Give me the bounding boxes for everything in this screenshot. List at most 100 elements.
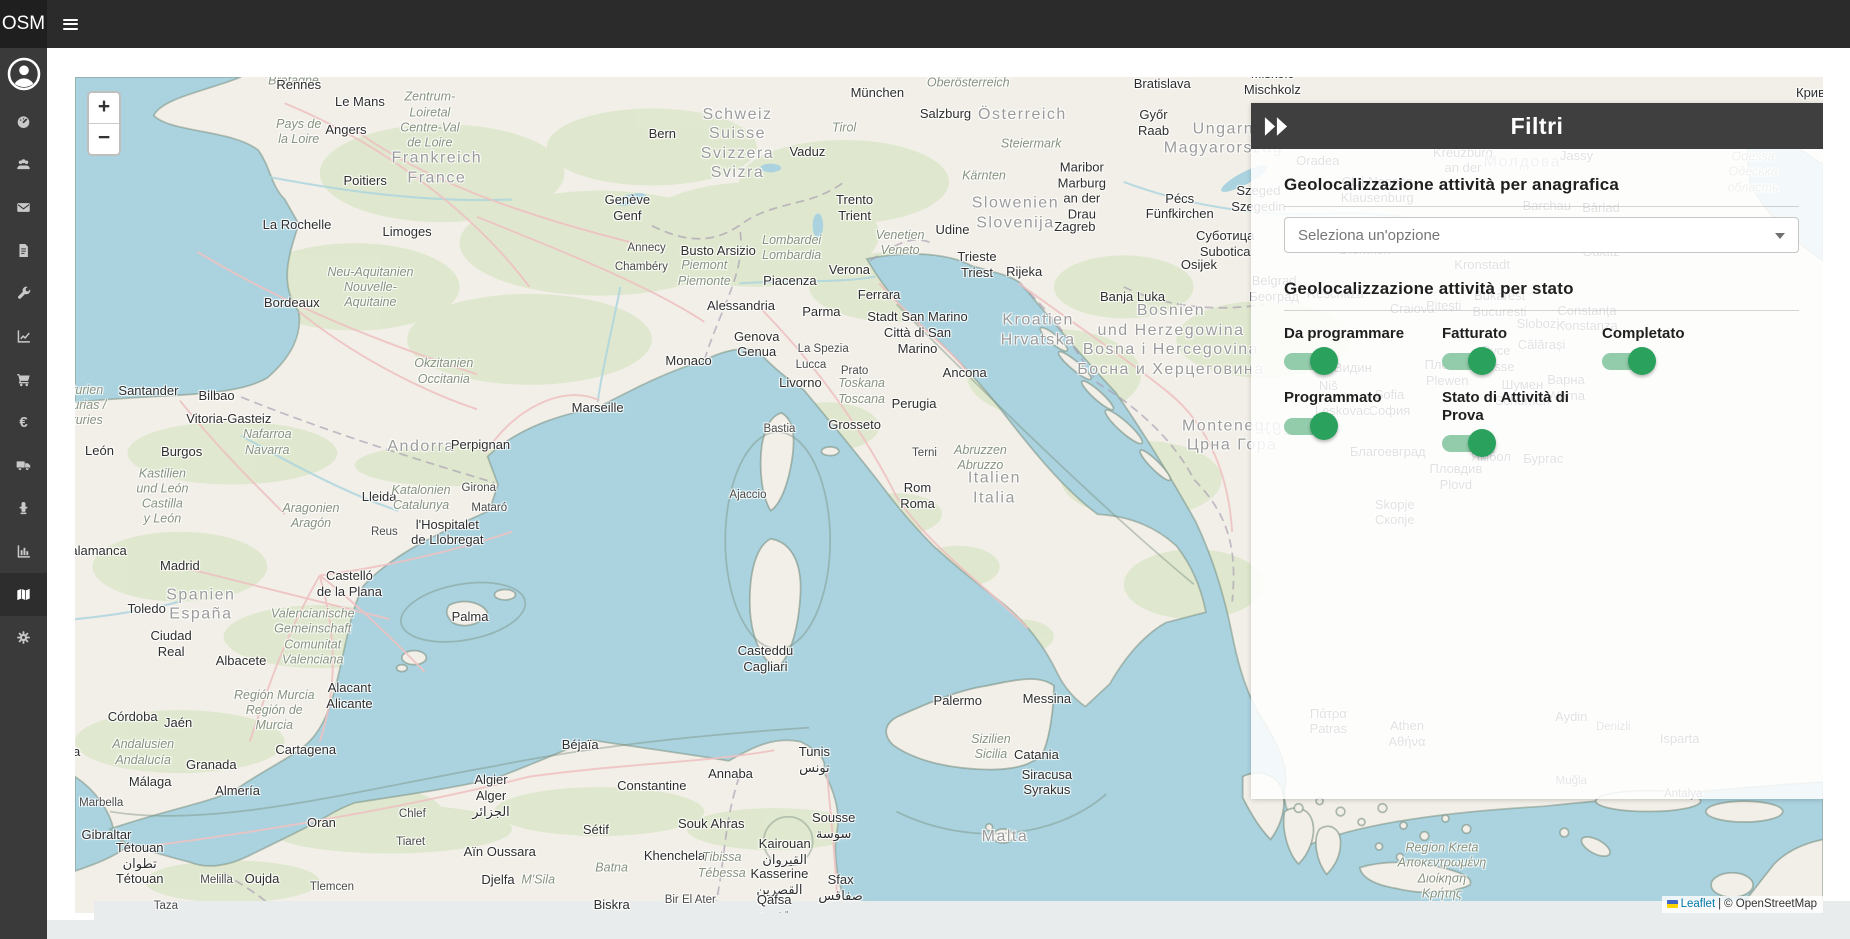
map-label: Angers bbox=[325, 122, 366, 138]
sidebar-item-orders[interactable] bbox=[0, 358, 47, 401]
map-label: Grosseto bbox=[828, 417, 881, 433]
stato-heading: Geolocalizzazione attività per stato bbox=[1284, 279, 1799, 299]
leaflet-link[interactable]: Leaflet bbox=[1681, 898, 1716, 910]
double-chevron-right-icon bbox=[1264, 117, 1288, 136]
map-label: Pécs Fünfkirchen bbox=[1146, 191, 1214, 223]
map-label: Katalonien Catalunya bbox=[392, 482, 451, 513]
filters-panel-header: Filtri bbox=[1251, 103, 1823, 149]
truck-icon bbox=[15, 457, 32, 474]
map-label: Busto Arsizio bbox=[681, 243, 756, 259]
sidebar-item-billing[interactable]: € bbox=[0, 401, 47, 444]
hydrant-icon bbox=[15, 500, 32, 517]
sidebar-item-transport[interactable] bbox=[0, 444, 47, 487]
map-label: Salzburg bbox=[920, 106, 971, 122]
map-label: Reus bbox=[371, 525, 398, 539]
map-label: Bilbao bbox=[199, 388, 235, 404]
map-label: Palermo bbox=[934, 694, 982, 710]
map-label: Salamanca bbox=[75, 543, 127, 559]
map-label: Djelfa bbox=[481, 872, 514, 888]
toggle-switch-fatturato[interactable] bbox=[1442, 351, 1498, 371]
sidebar-item-users[interactable] bbox=[0, 143, 47, 186]
map-label: Burgos bbox=[161, 444, 202, 460]
toggle-switch-programmato[interactable] bbox=[1284, 416, 1340, 436]
zoom-in-button[interactable]: + bbox=[89, 93, 119, 124]
map-label: Algier Alger الجزائر bbox=[472, 772, 510, 820]
map-label: Parma bbox=[802, 304, 840, 320]
sidebar-item-map[interactable] bbox=[0, 573, 47, 616]
map-label: Limoges bbox=[383, 224, 432, 240]
toggle-cell-stato-di-attività-di-prova: Stato di Attività di Prova bbox=[1442, 389, 1602, 453]
map-label: Madrid bbox=[160, 558, 200, 574]
sidebar-item-statistics[interactable] bbox=[0, 530, 47, 573]
ukraine-flag-icon bbox=[1667, 900, 1678, 908]
map-label: Genova Genua bbox=[734, 329, 780, 361]
map-label: Bastia bbox=[763, 422, 795, 436]
map-label: Frankreich France bbox=[392, 149, 483, 188]
map-canvas[interactable]: BretagneRennesLe MansAngersPays de la Lo… bbox=[75, 77, 1823, 913]
map-label: Vitoria-Gasteiz bbox=[186, 411, 271, 427]
toggle-cell-completato: Completato bbox=[1602, 325, 1799, 371]
sidebar-item-dashboard[interactable] bbox=[0, 100, 47, 143]
map-label: Oberösterreich bbox=[927, 77, 1010, 90]
map-label: Ciudad Real bbox=[151, 628, 192, 660]
map-label: Bern bbox=[649, 126, 676, 142]
panel-title: Filtri bbox=[1251, 113, 1823, 140]
sidebar-item-documents[interactable] bbox=[0, 229, 47, 272]
map-label: Mataró bbox=[471, 501, 507, 515]
collapse-panel-button[interactable] bbox=[1264, 103, 1288, 149]
sidebar-item-settings[interactable] bbox=[0, 616, 47, 659]
map-label: Miskolc Mischkolz bbox=[1244, 77, 1301, 98]
envelope-icon bbox=[15, 199, 32, 216]
map-label: La Rochelle bbox=[263, 217, 332, 233]
euro-icon: € bbox=[19, 415, 27, 430]
toggle-knob bbox=[1628, 347, 1656, 375]
sidebar-item-worksite[interactable] bbox=[0, 487, 47, 530]
toggle-switch-completato[interactable] bbox=[1602, 351, 1658, 371]
sidebar-item-messages[interactable] bbox=[0, 186, 47, 229]
map-label: Kairouan القيروان bbox=[759, 836, 811, 868]
map-label: Verona bbox=[829, 262, 870, 278]
map-label: Cartagena bbox=[275, 742, 336, 758]
avatar-icon bbox=[7, 57, 41, 91]
toggle-switch-stato-di-attività-di-prova[interactable] bbox=[1442, 433, 1498, 453]
sidebar-item-tools[interactable] bbox=[0, 272, 47, 315]
map-label: Stadt San Marino Città di San Marino bbox=[867, 309, 967, 357]
status-toggles-grid: Da programmareFatturatoCompletatoProgram… bbox=[1284, 325, 1799, 453]
map-label: Biskra bbox=[594, 897, 630, 913]
map-label: Rijeka bbox=[1006, 264, 1042, 280]
map-label: Lombardei Lombardia bbox=[762, 232, 821, 263]
sidebar-item-trends[interactable] bbox=[0, 315, 47, 358]
toggle-knob bbox=[1468, 429, 1496, 457]
brand-logo: OSM bbox=[0, 0, 47, 48]
map-label: Messina bbox=[1023, 691, 1071, 707]
map-label: M'Sila bbox=[521, 873, 555, 888]
map-label: Melilla bbox=[200, 873, 233, 887]
map-label: Kroatien Hrvatska bbox=[1001, 311, 1076, 350]
map-label: Oujda bbox=[245, 871, 280, 887]
map-label: Gibraltar bbox=[82, 827, 132, 843]
sidebar-toggle-button[interactable] bbox=[52, 0, 88, 48]
map-label: La Spezia bbox=[798, 342, 849, 356]
map-label: Alacant Alicante bbox=[326, 681, 372, 713]
map-label: Aragonien Aragón bbox=[282, 501, 339, 532]
map-label: Chlef bbox=[399, 807, 426, 821]
user-avatar[interactable] bbox=[0, 48, 47, 100]
map-label: Bosnien und Herzegowina Bosna i Hercegov… bbox=[1077, 301, 1264, 379]
map-label: Monaco bbox=[665, 353, 711, 369]
zoom-out-button[interactable]: − bbox=[89, 124, 119, 154]
map-label: Ferrara bbox=[858, 287, 901, 303]
map-label: Piacenza bbox=[763, 273, 816, 289]
map-label: Batna bbox=[595, 860, 628, 875]
sidebar: € bbox=[0, 48, 47, 939]
toggle-switch-da-programmare[interactable] bbox=[1284, 351, 1340, 371]
map-label: Prato bbox=[841, 364, 869, 378]
chevron-down-icon bbox=[1775, 233, 1785, 239]
map-label: Tiaret bbox=[396, 835, 425, 849]
anagrafica-select[interactable]: Seleziona un'opzione bbox=[1284, 217, 1799, 253]
filters-panel: Filtri Geolocalizzazione attività per an… bbox=[1251, 103, 1823, 799]
cart-icon bbox=[15, 371, 32, 388]
map-label: Terni bbox=[912, 446, 937, 460]
map-icon bbox=[15, 586, 32, 603]
map-label: Málaga bbox=[129, 774, 172, 790]
topbar: OSM bbox=[0, 0, 1850, 48]
